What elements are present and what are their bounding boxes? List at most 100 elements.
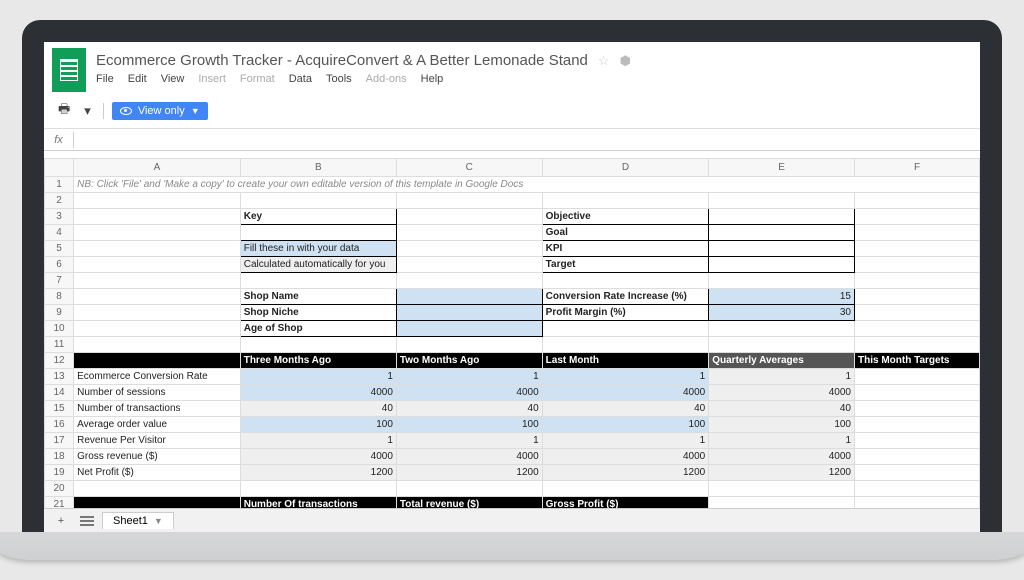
cell[interactable]: 1	[709, 433, 855, 449]
cell[interactable]: 1200	[240, 465, 396, 481]
share-icon[interactable]: ⬢	[620, 53, 631, 69]
cell[interactable]: 1	[542, 369, 709, 385]
cell[interactable]: 100	[396, 417, 542, 433]
row-12[interactable]: 12	[45, 353, 74, 369]
row-9[interactable]: 9	[45, 305, 74, 321]
cell[interactable]: 4000	[709, 449, 855, 465]
row-7[interactable]: 7	[45, 273, 74, 289]
cell[interactable]: 4000	[542, 385, 709, 401]
row-16[interactable]: 16	[45, 417, 74, 433]
cell-margin-val[interactable]: 30	[709, 305, 855, 321]
cell[interactable]: 1	[709, 369, 855, 385]
hdr-last[interactable]: Last Month	[542, 353, 709, 369]
col-F[interactable]: F	[855, 159, 980, 177]
spreadsheet-grid[interactable]: A B C D E F 1NB: Click 'File' and 'Make …	[44, 158, 980, 508]
thdr-grossprofit[interactable]: Gross Profit ($)	[542, 497, 709, 509]
cell[interactable]: 1	[240, 369, 396, 385]
cell[interactable]: 40	[542, 401, 709, 417]
sheet-tab[interactable]: Sheet1▼	[102, 512, 174, 529]
cell-note[interactable]: NB: Click 'File' and 'Make a copy' to cr…	[74, 177, 980, 193]
row-21[interactable]: 21	[45, 497, 74, 509]
col-A[interactable]: A	[74, 159, 241, 177]
cell-conv-val[interactable]: 15	[709, 289, 855, 305]
cell-objective[interactable]: Objective	[542, 209, 709, 225]
menu-help[interactable]: Help	[421, 73, 444, 85]
metric-net[interactable]: Net Profit ($)	[74, 465, 241, 481]
view-only-button[interactable]: View only▼	[112, 102, 208, 120]
row-20[interactable]: 20	[45, 481, 74, 497]
row-13[interactable]: 13	[45, 369, 74, 385]
cell[interactable]: 100	[542, 417, 709, 433]
cell[interactable]: 40	[240, 401, 396, 417]
cell-goal[interactable]: Goal	[542, 225, 709, 241]
metric-sessions[interactable]: Number of sessions	[74, 385, 241, 401]
document-title[interactable]: Ecommerce Growth Tracker - AcquireConver…	[96, 52, 588, 69]
cell[interactable]: 40	[709, 401, 855, 417]
cell[interactable]: 1	[542, 433, 709, 449]
cell[interactable]: 40	[396, 401, 542, 417]
col-C[interactable]: C	[396, 159, 542, 177]
row-15[interactable]: 15	[45, 401, 74, 417]
cell[interactable]: 1200	[542, 465, 709, 481]
cell[interactable]: 1	[240, 433, 396, 449]
row-3[interactable]: 3	[45, 209, 74, 225]
cell[interactable]: 100	[709, 417, 855, 433]
metric-gross[interactable]: Gross revenue ($)	[74, 449, 241, 465]
hdr-3mo[interactable]: Three Months Ago	[240, 353, 396, 369]
cell-key[interactable]: Key	[240, 209, 396, 225]
cell-calc-hint[interactable]: Calculated automatically for you	[240, 257, 396, 273]
cell-shop-name[interactable]: Shop Name	[240, 289, 396, 305]
row-4[interactable]: 4	[45, 225, 74, 241]
filter-icon[interactable]: ▾	[80, 101, 95, 121]
cell-kpi[interactable]: KPI	[542, 241, 709, 257]
menu-edit[interactable]: Edit	[128, 73, 147, 85]
cell[interactable]: 4000	[396, 449, 542, 465]
menu-data[interactable]: Data	[289, 73, 312, 85]
print-icon[interactable]: 🖶	[54, 98, 74, 124]
cell-conv-rate[interactable]: Conversion Rate Increase (%)	[542, 289, 709, 305]
cell-shop-niche[interactable]: Shop Niche	[240, 305, 396, 321]
cell[interactable]: 1200	[709, 465, 855, 481]
row-1[interactable]: 1	[45, 177, 74, 193]
thdr-totalrev[interactable]: Total revenue ($)	[396, 497, 542, 509]
cell[interactable]: 4000	[240, 385, 396, 401]
cell[interactable]: 1	[396, 369, 542, 385]
menu-view[interactable]: View	[161, 73, 185, 85]
row-5[interactable]: 5	[45, 241, 74, 257]
cell[interactable]: 4000	[542, 449, 709, 465]
col-E[interactable]: E	[709, 159, 855, 177]
col-B[interactable]: B	[240, 159, 396, 177]
row-10[interactable]: 10	[45, 321, 74, 337]
cell[interactable]: 100	[240, 417, 396, 433]
row-8[interactable]: 8	[45, 289, 74, 305]
cell[interactable]: 1	[396, 433, 542, 449]
select-all[interactable]	[45, 159, 74, 177]
row-11[interactable]: 11	[45, 337, 74, 353]
metric-aov[interactable]: Average order value	[74, 417, 241, 433]
row-6[interactable]: 6	[45, 257, 74, 273]
row-19[interactable]: 19	[45, 465, 74, 481]
star-icon[interactable]: ☆	[598, 53, 610, 69]
row-18[interactable]: 18	[45, 449, 74, 465]
row-14[interactable]: 14	[45, 385, 74, 401]
cell-fill-hint[interactable]: Fill these in with your data	[240, 241, 396, 257]
thdr-numtrans[interactable]: Number Of transactions	[240, 497, 396, 509]
cell[interactable]: 1200	[396, 465, 542, 481]
hdr-2mo[interactable]: Two Months Ago	[396, 353, 542, 369]
hdr-qavg[interactable]: Quarterly Averages	[709, 353, 855, 369]
cell-age-shop[interactable]: Age of Shop	[240, 321, 396, 337]
col-D[interactable]: D	[542, 159, 709, 177]
cell[interactable]: 4000	[240, 449, 396, 465]
metric-rpv[interactable]: Revenue Per Visitor	[74, 433, 241, 449]
row-17[interactable]: 17	[45, 433, 74, 449]
cell[interactable]: 4000	[396, 385, 542, 401]
metric-trans[interactable]: Number of transactions	[74, 401, 241, 417]
menu-file[interactable]: File	[96, 73, 114, 85]
cell-profit-margin[interactable]: Profit Margin (%)	[542, 305, 709, 321]
menu-tools[interactable]: Tools	[326, 73, 352, 85]
all-sheets-icon[interactable]	[76, 512, 98, 530]
metric-ecr[interactable]: Ecommerce Conversion Rate	[74, 369, 241, 385]
cell-target[interactable]: Target	[542, 257, 709, 273]
cell[interactable]: 4000	[709, 385, 855, 401]
hdr-targets[interactable]: This Month Targets	[855, 353, 980, 369]
